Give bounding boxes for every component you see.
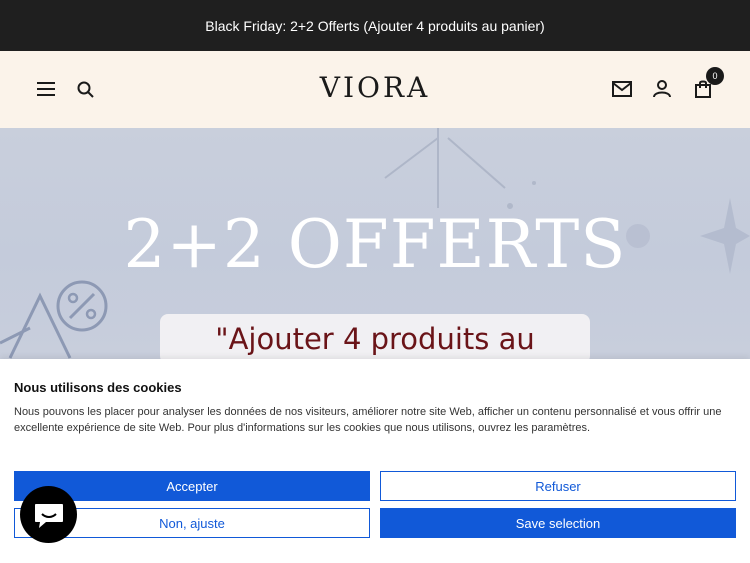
cookie-title: Nous utilisons des cookies	[14, 380, 182, 395]
cookie-banner: Nous utilisons des cookies Nous pouvons …	[0, 359, 750, 563]
hero-banner[interactable]: 2+2 OFFERTS "Ajouter 4 produits au panie…	[0, 128, 750, 360]
menu-button[interactable]	[32, 75, 60, 103]
search-icon	[77, 81, 94, 98]
newsletter-button[interactable]	[608, 75, 636, 103]
cart-button[interactable]: 0	[689, 67, 724, 103]
site-logo[interactable]: VIORA	[320, 71, 431, 104]
refuse-button[interactable]: Refuser	[380, 471, 736, 501]
hero-subtitle: "Ajouter 4 produits au panier"	[160, 314, 590, 360]
cookie-description: Nous pouvons les placer pour analyser le…	[14, 406, 722, 434]
save-selection-button[interactable]: Save selection	[380, 508, 736, 538]
mail-icon	[612, 81, 632, 97]
hero-title: 2+2 OFFERTS	[123, 206, 627, 283]
account-icon	[653, 80, 671, 98]
announcement-text: Black Friday: 2+2 Offerts (Ajouter 4 pro…	[205, 17, 545, 34]
menu-icon	[37, 82, 55, 96]
chat-button[interactable]	[20, 486, 77, 543]
announcement-bar: Black Friday: 2+2 Offerts (Ajouter 4 pro…	[0, 0, 750, 51]
account-button[interactable]	[648, 75, 676, 103]
percent-badge-icon	[56, 280, 108, 332]
search-button[interactable]	[71, 75, 99, 103]
cart-count-badge: 0	[706, 67, 724, 85]
site-header: VIORA 0	[0, 51, 750, 128]
chat-icon	[34, 503, 63, 528]
